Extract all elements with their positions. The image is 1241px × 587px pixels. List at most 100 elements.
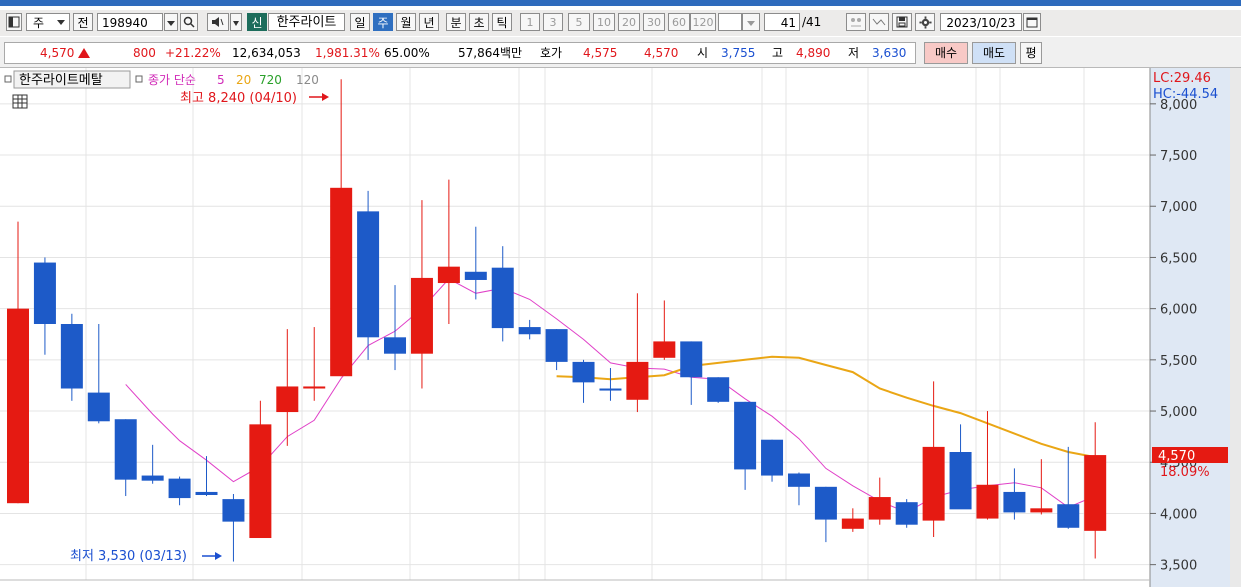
interval-button-3[interactable]: 3	[543, 13, 563, 31]
period-tab-week[interactable]: 주	[373, 13, 393, 31]
candle	[761, 439, 784, 482]
candle-body	[33, 262, 56, 324]
search-icon[interactable]	[180, 13, 198, 31]
candle-body	[653, 341, 676, 358]
candle-body	[7, 308, 29, 504]
interval-button-20[interactable]: 20	[618, 13, 640, 31]
turnover-rate: 65.00%	[384, 46, 430, 60]
candle-body	[599, 388, 622, 391]
ma-legend-5: 5	[217, 73, 225, 87]
price-tick-label: 6,000	[1160, 303, 1197, 318]
buy-button[interactable]: 매수	[924, 42, 968, 64]
evaluate-button[interactable]: 평	[1020, 42, 1042, 64]
candle-body	[895, 502, 918, 525]
right-scrollbar[interactable]	[1230, 68, 1241, 587]
price-tick-label: 3,500	[1160, 559, 1197, 574]
new-listing-badge: 신	[247, 13, 267, 31]
stock-name-field[interactable]: 한주라이트	[268, 13, 345, 31]
period-tab-second[interactable]: 초	[469, 13, 489, 31]
candle-body	[922, 446, 945, 521]
layout-icon[interactable]	[6, 13, 22, 31]
date-input[interactable]: 2023/10/23	[940, 13, 1022, 31]
candle-count-value: 41	[780, 16, 796, 30]
candle-body	[868, 497, 891, 520]
trade-amount: 57,864백만	[458, 46, 523, 60]
open-label: 시	[697, 46, 709, 60]
interval-button-120[interactable]: 120	[690, 13, 716, 31]
grid-table-icon[interactable]	[12, 94, 28, 109]
date-value: 2023/10/23	[946, 16, 1016, 30]
market-select[interactable]: 주	[26, 13, 70, 31]
period-tab-day[interactable]: 일	[350, 13, 370, 31]
period-tab-year[interactable]: 년	[419, 13, 439, 31]
stock-code-input[interactable]: 198940	[97, 13, 163, 31]
chart-title: 한주라이트메탈	[19, 73, 103, 88]
candle-body	[249, 424, 272, 539]
low-price: 3,630	[872, 46, 907, 60]
volume: 12,634,053	[232, 46, 301, 60]
candle-body	[949, 452, 972, 510]
interval-button-10[interactable]: 10	[593, 13, 615, 31]
period-tab-tick[interactable]: 틱	[492, 13, 512, 31]
candle-body	[787, 473, 810, 487]
candle-count-input[interactable]: 41	[764, 13, 800, 31]
trend-tool-icon[interactable]	[869, 13, 889, 31]
interval-dropdown-button[interactable]	[742, 13, 760, 31]
compare-icon[interactable]	[846, 13, 866, 31]
price-tick-label: 5,500	[1160, 354, 1197, 369]
candle-body	[814, 486, 837, 520]
hoga-label: 호가	[540, 46, 563, 60]
prev-button[interactable]: 전	[73, 13, 93, 31]
market-select-value: 주	[33, 16, 45, 30]
candle	[707, 377, 730, 403]
calendar-icon[interactable]	[1023, 13, 1041, 31]
plot-background	[0, 68, 1241, 587]
candle-body	[734, 401, 757, 470]
candle-body	[60, 324, 83, 389]
hc-label: HC:-44.54	[1153, 87, 1218, 102]
candle	[357, 190, 380, 360]
interval-button-5[interactable]: 5	[568, 13, 590, 31]
settings-gear-icon[interactable]	[915, 13, 935, 31]
save-icon[interactable]	[892, 13, 912, 31]
chevron-down-icon	[747, 21, 755, 26]
period-tab-minute[interactable]: 분	[446, 13, 466, 31]
interval-custom-input[interactable]	[718, 13, 742, 31]
candle-body	[626, 361, 649, 400]
min-price-note: 최저 3,530 (03/13)	[70, 549, 187, 564]
candle-body	[841, 518, 864, 529]
price-tick-label: 7,500	[1160, 149, 1197, 164]
open-price: 3,755	[721, 46, 756, 60]
candle-body	[303, 386, 326, 389]
candle-body	[1030, 508, 1053, 513]
candle-body	[572, 361, 595, 383]
ma-legend-label: 종가 단순	[148, 73, 196, 87]
candle-body	[707, 377, 730, 402]
candle-body	[330, 187, 353, 377]
ma-legend-120: 120	[296, 73, 319, 87]
candle-body	[976, 484, 999, 519]
last-price-tag-label: 4,570	[1158, 449, 1195, 464]
interval-button-30[interactable]: 30	[643, 13, 665, 31]
period-tab-month[interactable]: 월	[396, 13, 416, 31]
sell-button[interactable]: 매도	[972, 42, 1016, 64]
price-tick-label: 7,000	[1160, 200, 1197, 215]
chevron-down-icon	[57, 20, 65, 25]
high-price: 4,890	[796, 46, 831, 60]
candle-body	[1057, 504, 1080, 528]
candle-body	[518, 327, 541, 335]
speaker-icon[interactable]	[207, 13, 229, 31]
price-chart[interactable]: 3,5004,0004,5005,0005,5006,0006,5007,000…	[0, 68, 1241, 587]
candle-body	[491, 267, 514, 329]
candle-body	[1003, 491, 1026, 513]
ma-legend-720: 720	[259, 73, 282, 87]
code-dropdown-button[interactable]	[164, 13, 178, 31]
chevron-down-icon	[233, 21, 239, 26]
interval-button-1[interactable]: 1	[520, 13, 540, 31]
high-label: 고	[772, 46, 784, 60]
up-triangle-icon	[78, 48, 91, 58]
lc-label: LC:29.46	[1153, 71, 1211, 86]
candle	[895, 499, 918, 528]
speaker-dropdown-button[interactable]	[230, 13, 242, 31]
interval-button-60[interactable]: 60	[668, 13, 690, 31]
